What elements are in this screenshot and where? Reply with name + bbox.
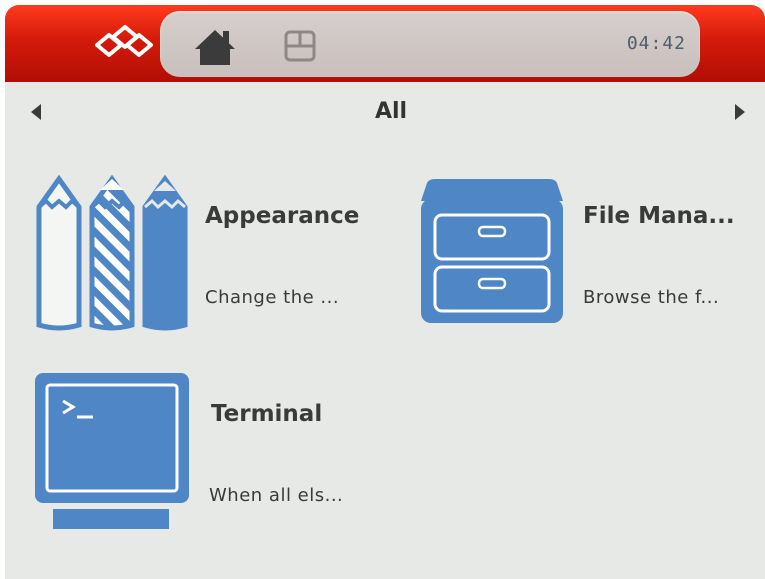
- top-panel: 04:42: [160, 11, 700, 77]
- app-description: When all els...: [209, 485, 344, 506]
- home-icon[interactable]: [193, 27, 237, 67]
- app-tile-terminal[interactable]: Terminal When all els...: [33, 371, 393, 541]
- app-name: Appearance: [205, 203, 360, 229]
- category-title: All: [374, 99, 408, 124]
- window-switcher-icon[interactable]: [282, 29, 318, 63]
- app-description: Browse the f...: [583, 287, 720, 308]
- terminal-icon: [35, 373, 189, 529]
- pencils-icon: [36, 175, 188, 331]
- file-cabinet-icon: [421, 179, 563, 323]
- app-description: Change the ...: [205, 287, 340, 308]
- app-tile-appearance[interactable]: Appearance Change the ...: [33, 175, 393, 345]
- clock-display: 04:42: [626, 33, 686, 54]
- category-bar: All: [5, 82, 765, 138]
- top-bar: 04:42: [5, 5, 765, 82]
- launcher-screen: 04:42 All Appearance Change the ... File…: [5, 5, 765, 579]
- app-name: Terminal: [211, 401, 323, 427]
- app-name: File Mana...: [583, 203, 735, 229]
- app-tile-file-manager[interactable]: File Mana... Browse the f...: [419, 175, 765, 345]
- brand-logo-icon[interactable]: [89, 23, 159, 63]
- next-category-arrow-icon[interactable]: [735, 104, 745, 120]
